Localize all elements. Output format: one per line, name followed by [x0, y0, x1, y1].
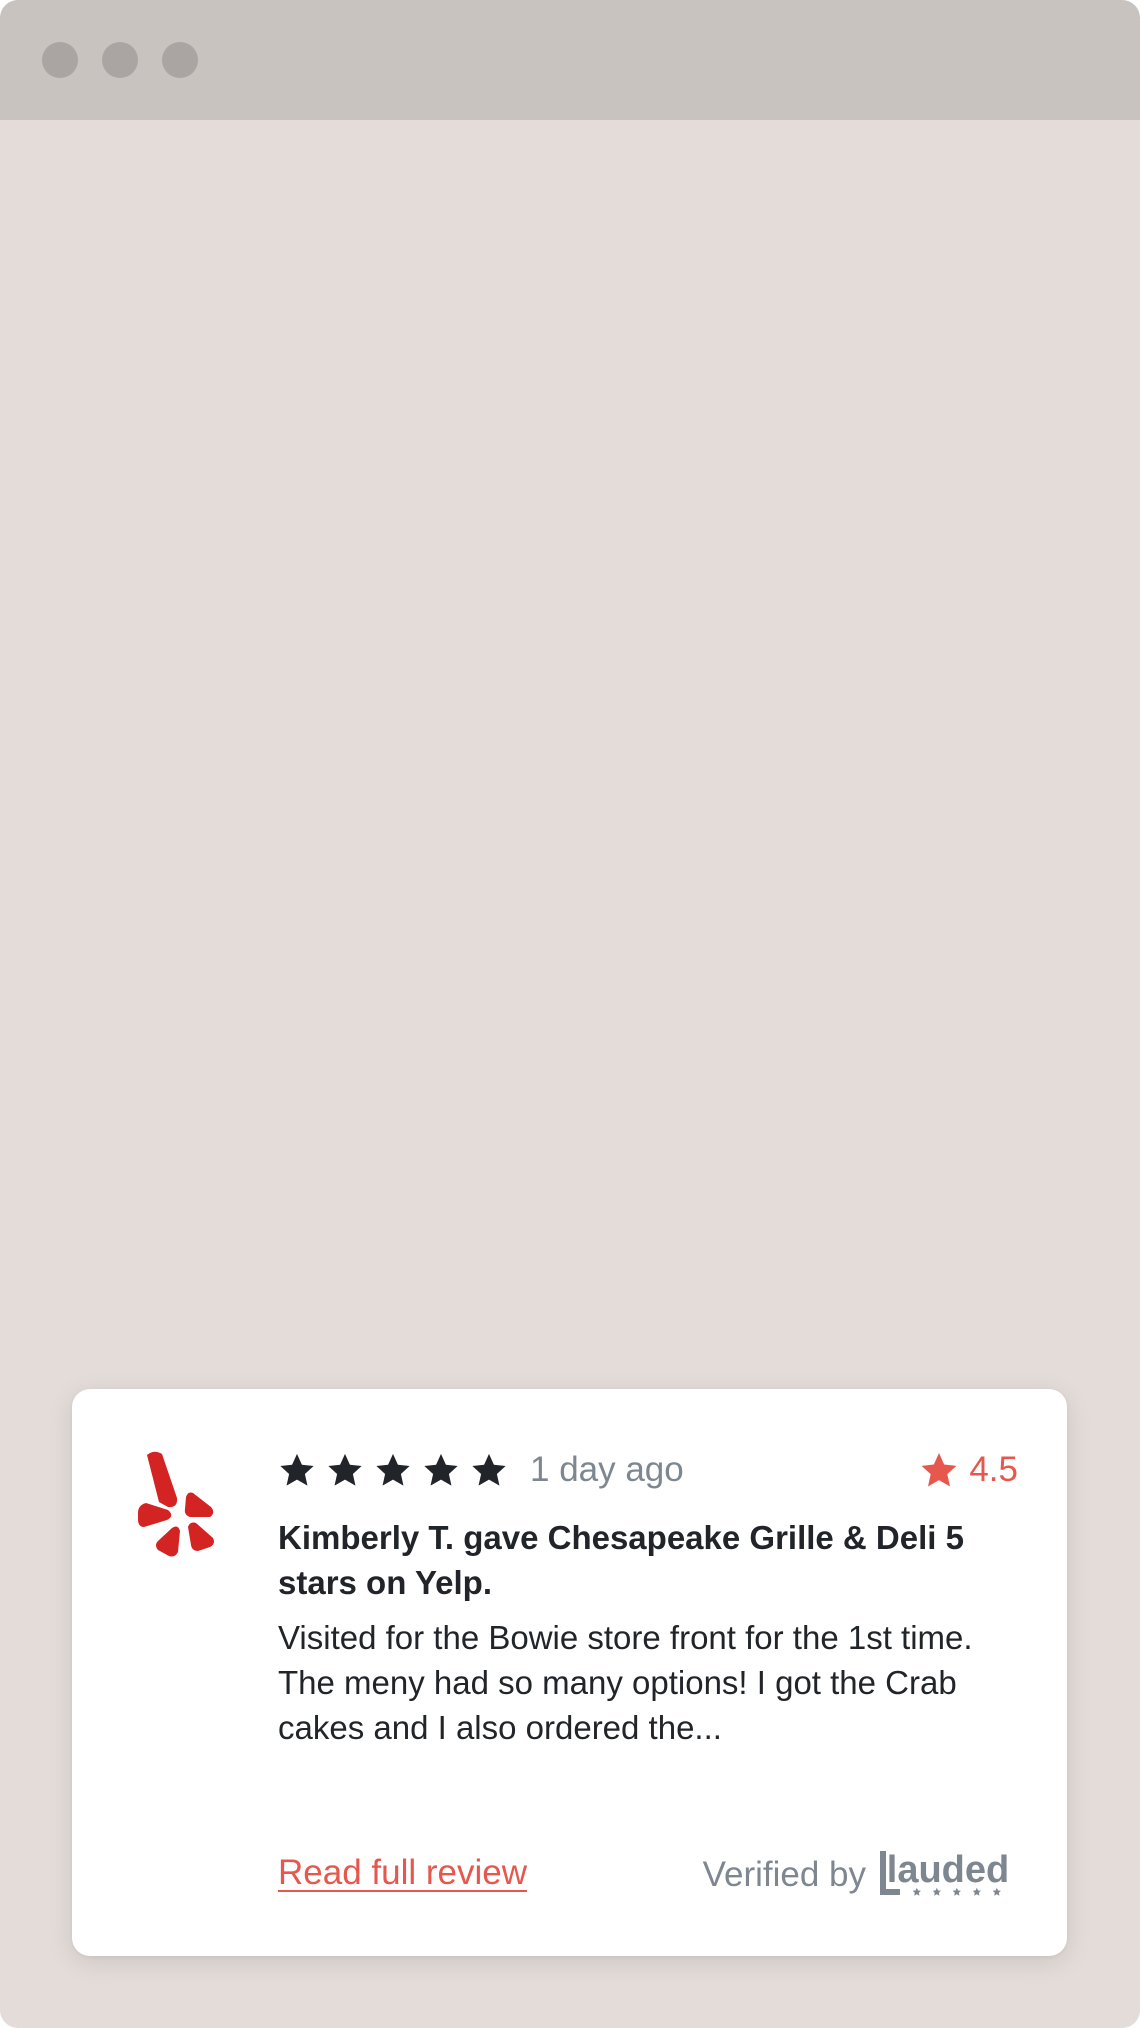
- browser-window: 1 day ago 4.5 Kimberly T. gave Chesapeak…: [0, 0, 1140, 2028]
- window-close-button[interactable]: [42, 42, 78, 78]
- yelp-logo-icon: [138, 1451, 214, 1557]
- review-card: 1 day ago 4.5 Kimberly T. gave Chesapeak…: [72, 1389, 1067, 1956]
- review-footer: Read full review Verified by lauded: [278, 1847, 1018, 1903]
- window-maximize-button[interactable]: [162, 42, 198, 78]
- verified-badge: Verified by lauded: [703, 1847, 1018, 1903]
- average-rating-value: 4.5: [969, 1450, 1018, 1489]
- star-icon: [921, 1453, 957, 1487]
- window-titlebar: [0, 0, 1140, 120]
- average-rating: 4.5: [919, 1449, 1018, 1491]
- review-title: Kimberly T. gave Chesapeake Grille & Del…: [278, 1519, 964, 1601]
- star-icon: [328, 1453, 362, 1486]
- review-excerpt: Visited for the Bowie store front for th…: [278, 1619, 973, 1746]
- lauded-logo-icon: lauded: [880, 1849, 1009, 1896]
- review-time-ago: 1 day ago: [530, 1450, 684, 1489]
- window-minimize-button[interactable]: [102, 42, 138, 78]
- star-icon: [280, 1453, 314, 1486]
- verified-label: Verified by: [702, 1855, 866, 1894]
- star-icon: [376, 1453, 410, 1486]
- review-content: 1 day ago 4.5 Kimberly T. gave Chesapeak…: [278, 1447, 1018, 1750]
- read-full-review-link[interactable]: Read full review: [278, 1851, 527, 1895]
- star-icon: [472, 1453, 506, 1486]
- star-rating: [278, 1451, 518, 1489]
- star-icon: [424, 1453, 458, 1486]
- review-meta: 1 day ago 4.5: [278, 1447, 1018, 1493]
- svg-text:lauded: lauded: [887, 1849, 1009, 1891]
